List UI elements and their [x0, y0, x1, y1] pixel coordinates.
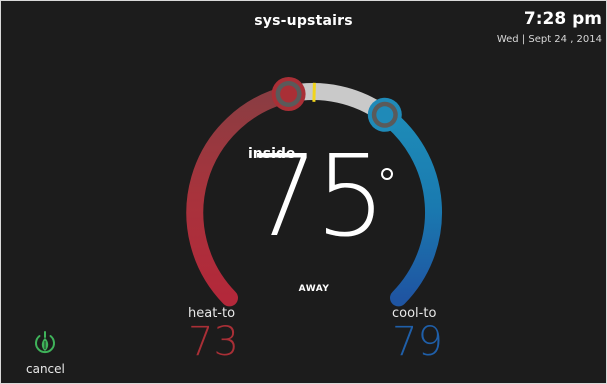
cool-setpoint-handle[interactable] [367, 97, 402, 132]
thermostat-screen: sys-upstairs 7:28 pm Wed | Sept 24 , 201… [0, 0, 607, 384]
cool-to-value[interactable]: 79 [392, 322, 443, 362]
cancel-button[interactable]: cancel [26, 362, 65, 376]
mode-label: AWAY [298, 284, 330, 294]
current-temp-marker [312, 82, 316, 102]
heat-setpoint-handle[interactable] [271, 77, 306, 111]
inside-temperature: 75 [247, 132, 387, 262]
heat-to-value[interactable]: 73 [188, 322, 239, 362]
leaf-icon[interactable] [32, 330, 58, 356]
degree-icon [381, 168, 393, 180]
